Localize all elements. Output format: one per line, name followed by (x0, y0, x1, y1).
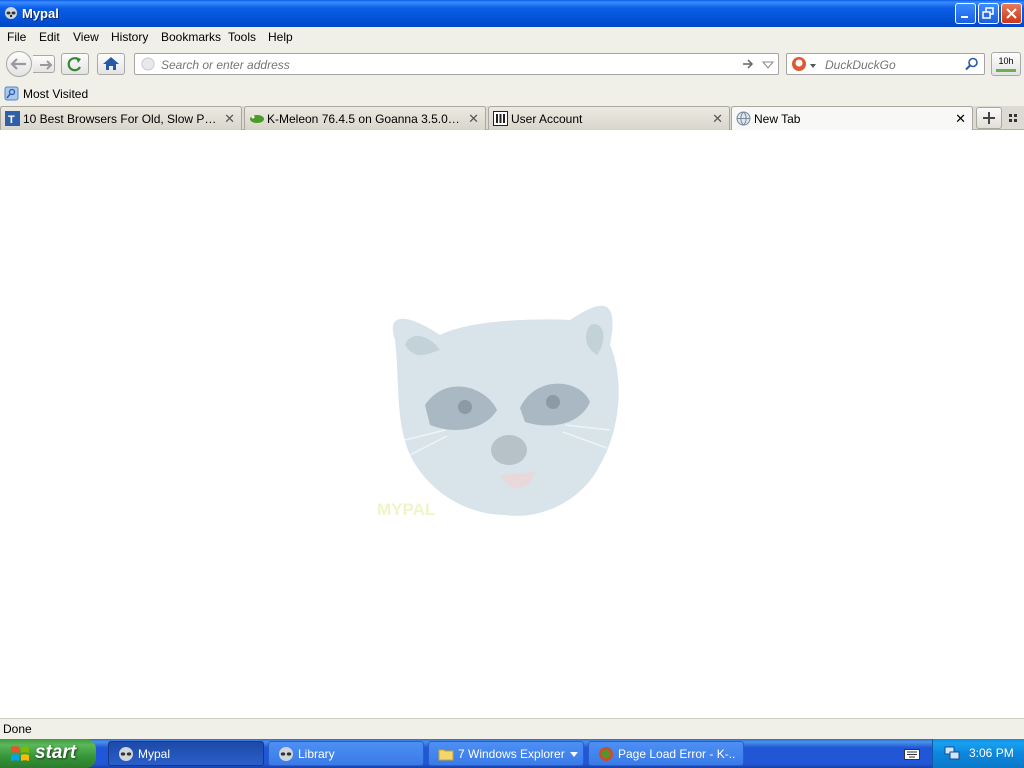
tab-label: K-Meleon 76.4.5 on Goanna 3.5.0 (Buil... (267, 112, 462, 126)
dropdown-arrow-icon[interactable] (762, 59, 774, 71)
close-icon (1006, 8, 1017, 19)
arrow-left-icon (10, 58, 26, 70)
chevron-down-icon (570, 752, 578, 757)
tab-user-account[interactable]: User Account ✕ (488, 106, 730, 130)
tab-close-icon[interactable]: ✕ (955, 111, 966, 127)
tab-close-icon[interactable]: ✕ (712, 111, 723, 127)
tab-close-icon[interactable]: ✕ (468, 111, 479, 127)
taskbar-item-library[interactable]: Library (268, 741, 424, 766)
mypal-raccoon-icon (279, 747, 293, 761)
forward-button[interactable] (33, 55, 55, 73)
duckduckgo-icon[interactable] (791, 56, 807, 72)
menu-edit[interactable]: Edit (39, 30, 60, 44)
url-input[interactable] (159, 56, 723, 74)
tab-strip: T 10 Best Browsers For Old, Slow PCs in … (0, 106, 1024, 130)
minimize-button[interactable] (955, 3, 976, 24)
mypal-raccoon-icon (119, 747, 133, 761)
home-button[interactable] (97, 53, 125, 75)
taskbar-item-page-load-error[interactable]: Page Load Error - K-... (588, 741, 744, 766)
menu-view[interactable]: View (73, 30, 99, 44)
bookmark-most-visited[interactable]: Most Visited (4, 86, 88, 103)
arrow-right-icon (40, 60, 53, 70)
reload-icon (67, 57, 81, 72)
taskbar-item-label: Library (298, 747, 335, 761)
tab-close-icon[interactable]: ✕ (224, 111, 235, 127)
network-icon[interactable] (944, 745, 960, 761)
start-button[interactable]: start (0, 739, 96, 768)
go-arrow-icon[interactable] (741, 57, 755, 71)
taskbar-item-windows-explorer[interactable]: 7 Windows Explorer (428, 741, 584, 766)
minimize-icon (961, 16, 968, 18)
keyboard-icon[interactable] (904, 747, 920, 761)
tab-k-meleon[interactable]: K-Meleon 76.4.5 on Goanna 3.5.0 (Buil...… (244, 106, 486, 130)
taskbar-item-label: Mypal (138, 747, 171, 761)
tab-label: User Account (511, 112, 583, 126)
svg-text:T: T (8, 114, 15, 126)
taskbar-item-mypal[interactable]: Mypal (108, 741, 264, 766)
back-button[interactable] (6, 51, 32, 77)
timer-bar (996, 69, 1016, 72)
tab-label: New Tab (754, 112, 801, 126)
mypal-raccoon-icon (5, 7, 17, 19)
status-text: Done (3, 722, 32, 736)
close-window-button[interactable] (1001, 3, 1022, 24)
history-timer-button[interactable]: 10h (991, 52, 1021, 76)
title-bar: Mypal (0, 0, 1024, 27)
search-input[interactable] (823, 56, 962, 74)
tab-new-tab[interactable]: New Tab ✕ (731, 106, 973, 130)
windows-logo-icon (11, 746, 29, 761)
history-timer-label: 10h (998, 56, 1014, 66)
url-bar[interactable] (134, 53, 779, 75)
menu-help[interactable]: Help (268, 30, 293, 44)
navigation-toolbar: 10h (0, 47, 1024, 83)
new-tab-button[interactable] (976, 107, 1002, 129)
reload-button[interactable] (61, 53, 89, 75)
chameleon-icon (250, 115, 264, 123)
mypal-raccoon-logo (392, 305, 619, 516)
menu-history[interactable]: History (111, 30, 148, 44)
menu-file[interactable]: File (7, 30, 26, 44)
clock: 3:06 PM (969, 746, 1014, 760)
menu-bookmarks[interactable]: Bookmarks (161, 30, 221, 44)
svg-text:MYPAL: MYPAL (377, 500, 435, 519)
chevron-down-icon[interactable] (810, 62, 818, 70)
columns-building-icon (493, 111, 508, 126)
smart-folder-icon (4, 86, 19, 101)
window-title: Mypal (22, 6, 59, 21)
menu-tools[interactable]: Tools (228, 30, 256, 44)
page-identity-icon (141, 57, 155, 71)
bookmark-label: Most Visited (23, 87, 89, 101)
site-favicon-icon: T (5, 111, 20, 126)
restore-icon (982, 7, 994, 19)
tab-label: 10 Best Browsers For Old, Slow PCs in ..… (23, 112, 218, 126)
status-bar: Done (0, 718, 1024, 739)
restore-button[interactable] (978, 3, 999, 24)
k-meleon-icon (599, 747, 613, 761)
page-content: MYPAL (0, 130, 1024, 718)
plus-icon (983, 112, 995, 124)
bookmarks-toolbar: Most Visited (0, 83, 1024, 106)
home-icon (103, 57, 119, 70)
tab-grid-icon[interactable] (1006, 110, 1020, 126)
tab-best-browsers[interactable]: T 10 Best Browsers For Old, Slow PCs in … (0, 106, 242, 130)
search-bar[interactable] (786, 53, 985, 75)
menu-bar: File Edit View History Bookmarks Tools H… (0, 27, 1024, 47)
taskbar-item-label: 7 Windows Explorer (458, 747, 565, 761)
taskbar: start Mypal Library 7 Windows Explorer P… (0, 739, 1024, 768)
globe-icon (736, 111, 751, 126)
search-icon[interactable] (965, 57, 979, 71)
taskbar-item-label: Page Load Error - K-... (618, 747, 736, 761)
folder-icon (438, 749, 454, 761)
mypal-wordmark-logo: MYPAL (377, 500, 435, 519)
start-label: start (35, 742, 77, 763)
system-tray: 3:06 PM (932, 739, 1024, 768)
